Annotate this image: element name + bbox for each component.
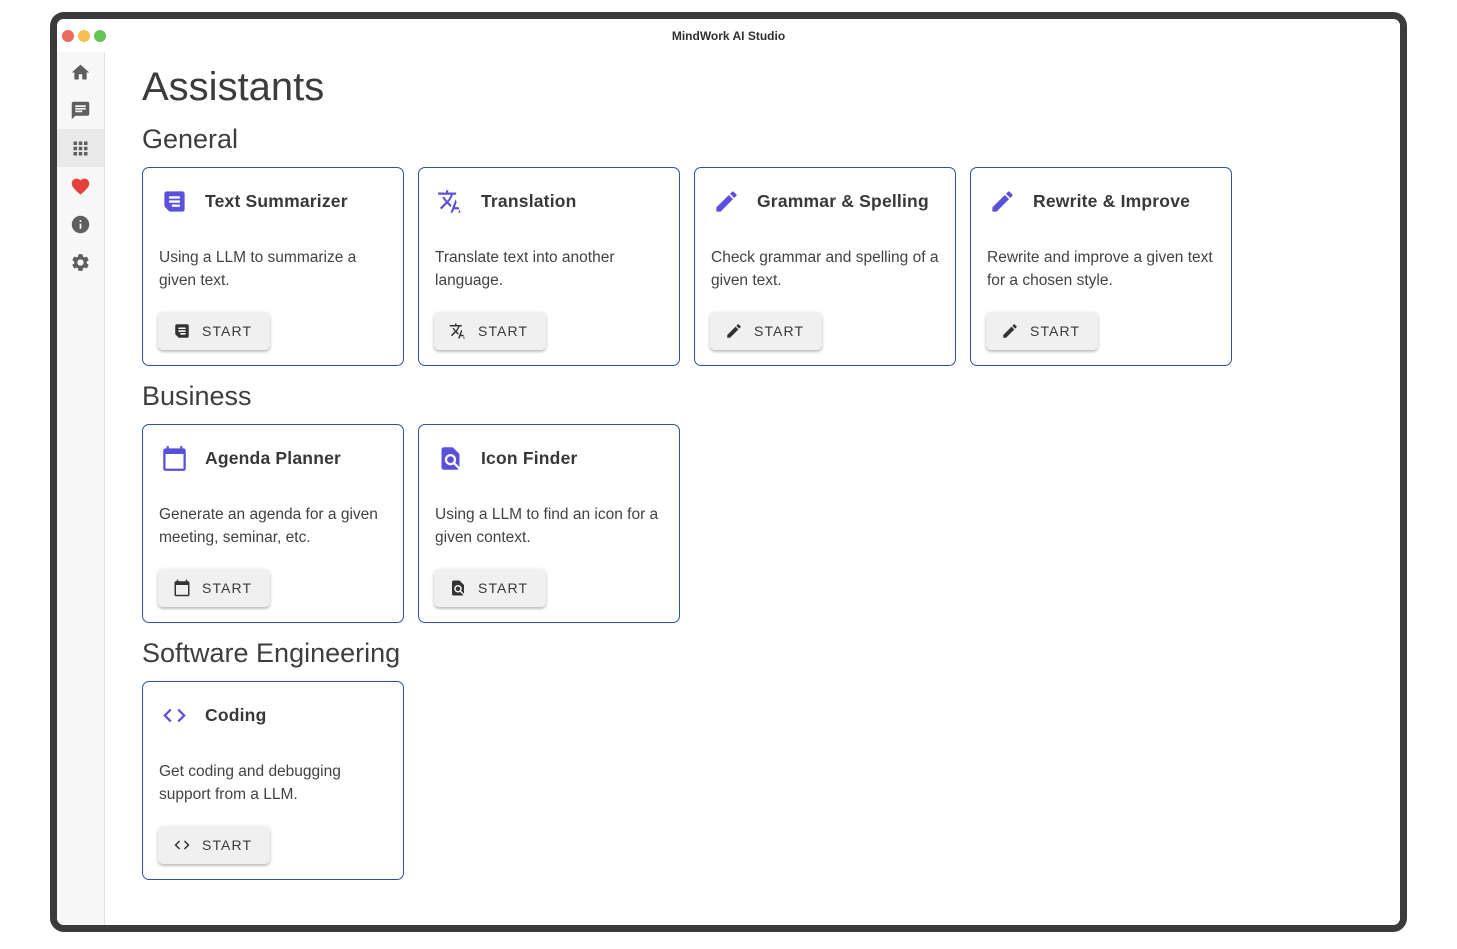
sidebar-item-chat[interactable] <box>57 91 104 129</box>
section-heading-business: Business <box>142 381 1400 411</box>
app-window: MindWork AI Studio Assistants General Te… <box>50 12 1407 932</box>
gear-icon <box>70 252 91 273</box>
sidebar-item-about[interactable] <box>57 205 104 243</box>
card-description: Check grammar and spelling of a given te… <box>711 247 939 292</box>
card-header: Grammar & Spelling <box>710 183 940 215</box>
start-button-label: START <box>202 837 252 853</box>
card-header: Coding <box>158 697 388 729</box>
info-icon <box>70 214 91 235</box>
calendar-icon <box>173 579 191 597</box>
start-button[interactable]: START <box>158 826 270 864</box>
assistant-card-rewrite-improve: Rewrite & Improve Rewrite and improve a … <box>970 167 1232 366</box>
card-description: Generate an agenda for a given meeting, … <box>159 504 387 549</box>
sidebar-item-settings[interactable] <box>57 243 104 281</box>
sidebar-item-supporters[interactable] <box>57 167 104 205</box>
heart-icon <box>70 176 91 197</box>
apps-grid-icon <box>70 138 91 159</box>
title-bar: MindWork AI Studio <box>57 19 1400 52</box>
card-header: Translation <box>434 183 664 215</box>
translate-icon <box>437 188 464 215</box>
pencil-icon <box>725 322 743 340</box>
card-header: Rewrite & Improve <box>986 183 1216 215</box>
icon-search-icon <box>437 445 464 472</box>
card-header: Icon Finder <box>434 440 664 472</box>
card-title: Coding <box>205 705 266 726</box>
start-button-label: START <box>202 580 252 596</box>
pencil-icon <box>713 188 740 215</box>
start-button[interactable]: START <box>158 312 270 350</box>
summarize-icon <box>173 322 191 340</box>
card-title: Icon Finder <box>481 448 578 469</box>
assistant-card-icon-finder: Icon Finder Using a LLM to find an icon … <box>418 424 680 623</box>
card-title: Rewrite & Improve <box>1033 191 1190 212</box>
pencil-icon <box>1001 322 1019 340</box>
translate-icon <box>449 322 467 340</box>
start-button-label: START <box>1030 323 1080 339</box>
app-body: Assistants General Text Summarizer Using… <box>57 52 1400 925</box>
card-description: Using a LLM to summarize a given text. <box>159 247 387 292</box>
calendar-icon <box>161 445 188 472</box>
sidebar-item-home[interactable] <box>57 53 104 91</box>
summarize-icon <box>161 188 188 215</box>
start-button[interactable]: START <box>434 569 546 607</box>
code-icon <box>161 702 188 729</box>
card-description: Get coding and debugging support from a … <box>159 761 387 806</box>
assistant-card-translation: Translation Translate text into another … <box>418 167 680 366</box>
icon-search-icon <box>449 579 467 597</box>
main-content: Assistants General Text Summarizer Using… <box>105 52 1400 925</box>
page-title: Assistants <box>142 63 1400 111</box>
code-icon <box>173 836 191 854</box>
window-title: MindWork AI Studio <box>57 29 1400 43</box>
chat-icon <box>70 100 91 121</box>
card-title: Text Summarizer <box>205 191 348 212</box>
home-icon <box>70 62 91 83</box>
sidebar-item-assistants[interactable] <box>57 129 104 167</box>
start-button-label: START <box>478 580 528 596</box>
start-button[interactable]: START <box>986 312 1098 350</box>
card-header: Agenda Planner <box>158 440 388 472</box>
assistant-card-grammar-spelling: Grammar & Spelling Check grammar and spe… <box>694 167 956 366</box>
start-button-label: START <box>478 323 528 339</box>
start-button[interactable]: START <box>434 312 546 350</box>
card-title: Grammar & Spelling <box>757 191 929 212</box>
assistant-card-coding: Coding Get coding and debugging support … <box>142 681 404 880</box>
start-button-label: START <box>754 323 804 339</box>
start-button[interactable]: START <box>158 569 270 607</box>
pencil-icon <box>989 188 1016 215</box>
start-button[interactable]: START <box>710 312 822 350</box>
sidebar <box>57 52 105 925</box>
card-description: Rewrite and improve a given text for a c… <box>987 247 1215 292</box>
cards-row-business: Agenda Planner Generate an agenda for a … <box>142 424 1400 623</box>
cards-row-general: Text Summarizer Using a LLM to summarize… <box>142 167 1400 366</box>
card-title: Agenda Planner <box>205 448 341 469</box>
section-heading-software-engineering: Software Engineering <box>142 638 1400 668</box>
card-description: Using a LLM to find an icon for a given … <box>435 504 663 549</box>
assistant-card-text-summarizer: Text Summarizer Using a LLM to summarize… <box>142 167 404 366</box>
card-description: Translate text into another language. <box>435 247 663 292</box>
section-heading-general: General <box>142 124 1400 154</box>
cards-row-software-engineering: Coding Get coding and debugging support … <box>142 681 1400 880</box>
start-button-label: START <box>202 323 252 339</box>
card-title: Translation <box>481 191 577 212</box>
card-header: Text Summarizer <box>158 183 388 215</box>
assistant-card-agenda-planner: Agenda Planner Generate an agenda for a … <box>142 424 404 623</box>
